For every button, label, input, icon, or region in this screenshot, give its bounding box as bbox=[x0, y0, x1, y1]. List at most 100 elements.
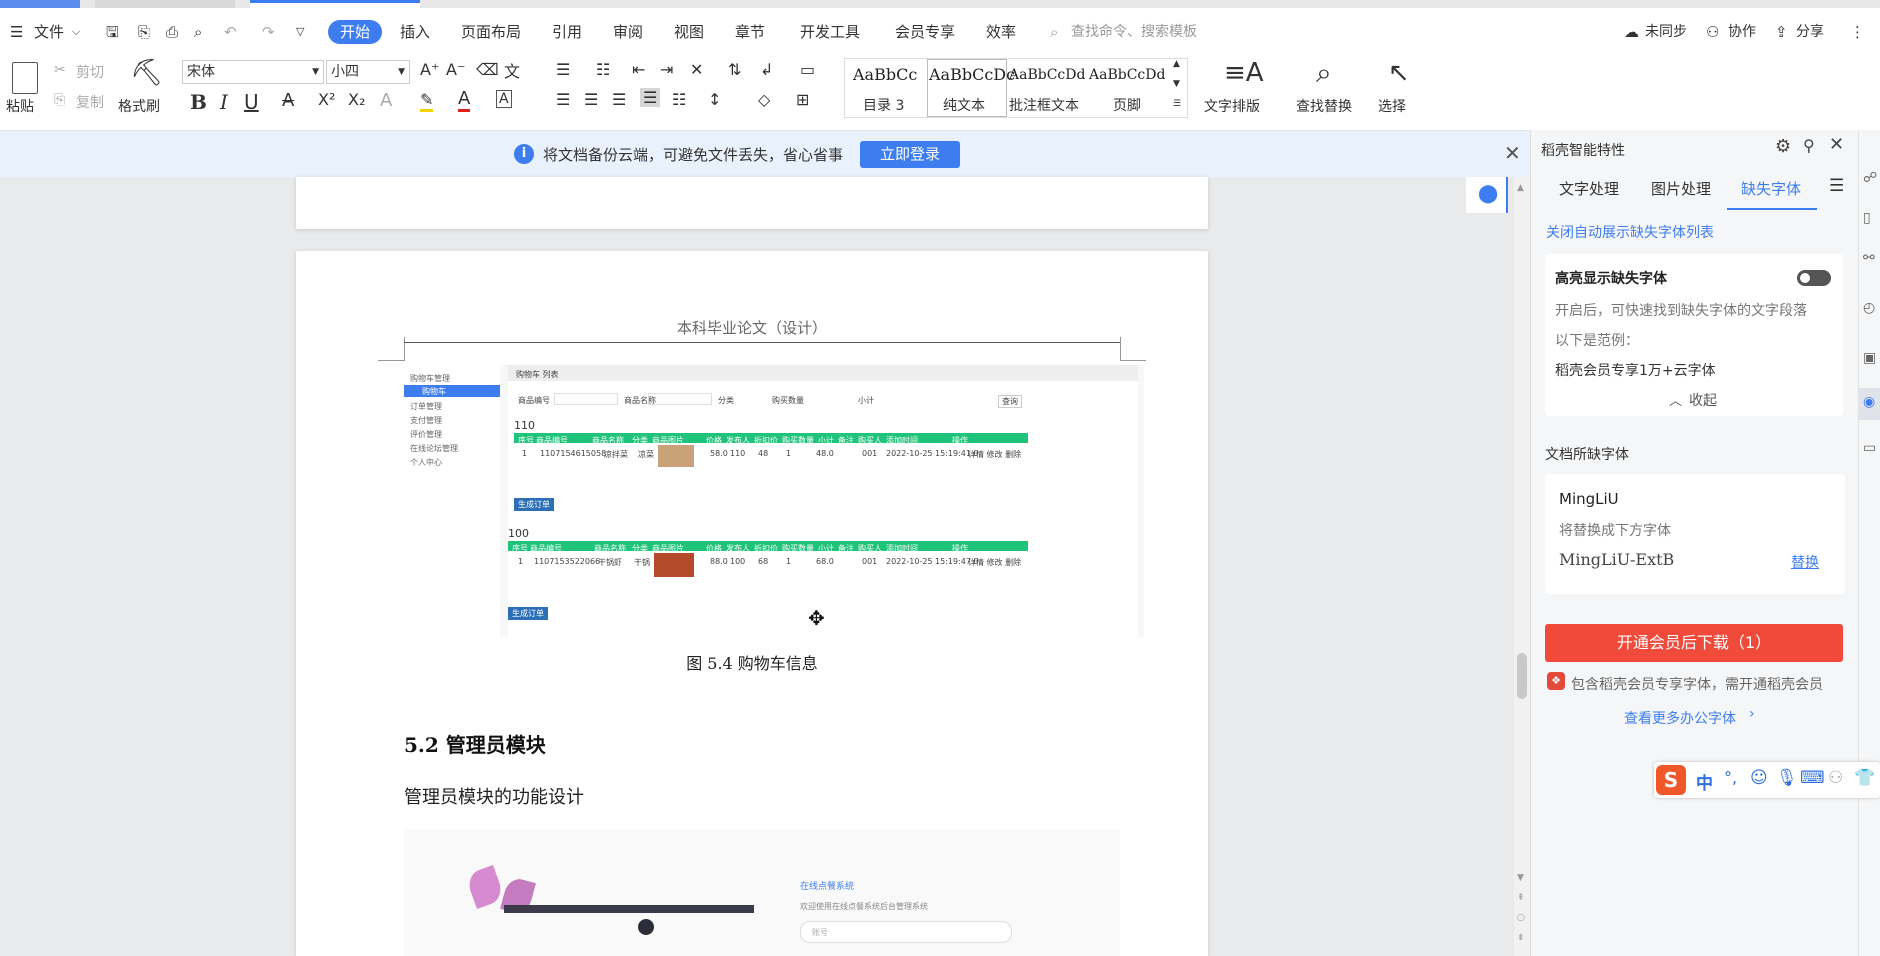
close-icon[interactable]: ✕ bbox=[1829, 134, 1844, 155]
file-menu[interactable]: 文件 bbox=[34, 20, 64, 44]
justify-icon[interactable]: ☰ bbox=[640, 88, 661, 107]
sort-icon[interactable]: ⇅ bbox=[728, 60, 741, 79]
tab-strip-item[interactable] bbox=[95, 0, 235, 8]
collab-button[interactable]: 协作 bbox=[1728, 20, 1756, 44]
text-layout-icon[interactable]: ≡A bbox=[1224, 58, 1264, 88]
sogou-logo-icon[interactable]: S bbox=[1656, 765, 1686, 795]
grow-font-icon[interactable]: A⁺ bbox=[420, 60, 439, 79]
style-preview[interactable]: AaBbCcDd bbox=[1089, 67, 1165, 83]
save-icon[interactable]: 🖫 bbox=[106, 20, 119, 44]
sync-status[interactable]: 未同步 bbox=[1645, 20, 1687, 44]
distributed-icon[interactable]: ☷ bbox=[672, 90, 686, 109]
punctuation-icon[interactable]: °, bbox=[1724, 768, 1737, 787]
tab-text-processing[interactable]: 文字处理 bbox=[1559, 178, 1619, 199]
keyboard-icon[interactable]: ⌨ bbox=[1800, 768, 1825, 788]
chinese-layout-icon[interactable]: ✕ bbox=[690, 60, 703, 79]
shading-icon[interactable]: ◇ bbox=[758, 90, 770, 109]
pin-icon[interactable]: ⚲ bbox=[1803, 136, 1815, 155]
save-as-icon[interactable]: ⎘ bbox=[138, 20, 150, 44]
sidebar-tool-icon[interactable]: ◴ bbox=[1863, 300, 1875, 316]
format-painter-icon[interactable]: ⛏ bbox=[130, 58, 163, 88]
replace-link[interactable]: 替换 bbox=[1791, 552, 1819, 572]
find-replace-button[interactable]: 查找替换 bbox=[1296, 96, 1352, 116]
skin-icon[interactable]: 👕 bbox=[1854, 768, 1875, 788]
tab-strip-item-active[interactable] bbox=[250, 0, 420, 8]
numbered-list-icon[interactable]: ☷ bbox=[596, 60, 610, 79]
line-spacing-icon[interactable]: ↕ bbox=[708, 90, 721, 109]
italic-icon[interactable]: I bbox=[220, 90, 228, 114]
style-label[interactable]: 页脚 bbox=[1113, 95, 1141, 115]
tab-strip-item[interactable] bbox=[0, 0, 80, 8]
panel-title[interactable]: 稻壳智能特性 bbox=[1541, 140, 1625, 160]
scroll-down-icon[interactable]: ▼ bbox=[1517, 873, 1524, 883]
chevron-down-icon[interactable]: ⌵ bbox=[72, 20, 80, 44]
paste-icon[interactable] bbox=[12, 62, 38, 94]
more-icon[interactable]: ⋮ bbox=[1850, 20, 1865, 44]
sidebar-tool-icon[interactable]: ▣ bbox=[1863, 350, 1876, 366]
sidebar-tool-icon[interactable]: ⚯ bbox=[1863, 250, 1875, 266]
tab-missing-fonts[interactable]: 缺失字体 bbox=[1741, 178, 1801, 199]
format-painter-button[interactable]: 格式刷 bbox=[118, 96, 160, 116]
search-icon[interactable]: ⌕ bbox=[1050, 20, 1058, 44]
copy-button[interactable]: 复制 bbox=[76, 92, 104, 112]
menu-icon[interactable]: ☰ bbox=[1829, 176, 1844, 196]
char-border-icon[interactable]: A bbox=[496, 90, 512, 108]
text-effect-icon[interactable]: A bbox=[380, 90, 392, 111]
print-preview-icon[interactable]: ⌕ bbox=[194, 20, 202, 44]
quick-access-dropdown-icon[interactable]: ▽ bbox=[296, 20, 304, 44]
location-tool[interactable]: ⬤ bbox=[1466, 177, 1508, 213]
highlight-toggle[interactable] bbox=[1797, 270, 1831, 286]
cut-icon[interactable]: ✂ bbox=[54, 62, 66, 78]
redo-icon[interactable]: ↷ bbox=[262, 20, 275, 44]
user-icon[interactable]: ⚇ bbox=[1828, 768, 1843, 788]
tab-home[interactable]: 开始 bbox=[328, 20, 383, 44]
tab-developer[interactable]: 开发工具 bbox=[800, 20, 860, 44]
chevron-up-icon[interactable]: ︿ bbox=[1669, 390, 1682, 409]
share-button[interactable]: 分享 bbox=[1796, 20, 1824, 44]
tab-chapter[interactable]: 章节 bbox=[735, 20, 765, 44]
style-preview[interactable]: AaBbCcDd bbox=[1009, 67, 1085, 83]
tab-page-layout[interactable]: 页面布局 bbox=[461, 20, 521, 44]
gallery-down-icon[interactable]: ▼ bbox=[1173, 79, 1180, 89]
scroll-up-icon[interactable]: ▲ bbox=[1517, 183, 1524, 193]
gallery-more-icon[interactable]: ☰ bbox=[1173, 99, 1181, 109]
close-auto-show-link[interactable]: 关闭自动展示缺失字体列表 bbox=[1546, 222, 1714, 242]
vertical-scrollbar[interactable]: ▲ ▼ ⇞ ○ ⇟ bbox=[1514, 177, 1530, 956]
browse-object-icon[interactable]: ○ bbox=[1517, 913, 1525, 923]
strikethrough-icon[interactable]: A bbox=[282, 90, 294, 111]
show-marks-icon[interactable]: ↲ bbox=[760, 60, 773, 79]
member-download-button[interactable]: 开通会员后下载（1） bbox=[1545, 624, 1843, 662]
highlight-icon[interactable]: ✎ bbox=[420, 90, 434, 112]
style-label[interactable]: 目录 3 bbox=[863, 95, 904, 115]
close-icon[interactable]: ✕ bbox=[1504, 141, 1521, 165]
style-preview[interactable]: AaBbCc bbox=[853, 65, 917, 84]
sidebar-active-tool[interactable]: ◉ bbox=[1859, 388, 1880, 420]
cut-button[interactable]: 剪切 bbox=[76, 62, 104, 82]
align-center-icon[interactable]: ☰ bbox=[584, 90, 598, 109]
next-page-icon[interactable]: ⇟ bbox=[1517, 933, 1525, 943]
style-label[interactable]: 纯文本 bbox=[943, 95, 985, 115]
subscript-icon[interactable]: X₂ bbox=[348, 90, 365, 109]
style-preview[interactable]: AaBbCcDc bbox=[929, 65, 1015, 84]
sidebar-tool-icon[interactable]: ☍ bbox=[1863, 170, 1877, 186]
microphone-icon[interactable]: 🎙 bbox=[1776, 768, 1798, 788]
superscript-icon[interactable]: X² bbox=[318, 90, 335, 109]
scrollbar-thumb[interactable] bbox=[1517, 653, 1527, 699]
find-icon[interactable]: ⌕ bbox=[1316, 56, 1332, 90]
tab-references[interactable]: 引用 bbox=[552, 20, 582, 44]
decrease-indent-icon[interactable]: ⇤ bbox=[632, 60, 645, 79]
tab-insert[interactable]: 插入 bbox=[400, 20, 430, 44]
sidebar-tool-icon[interactable]: ▯ bbox=[1863, 210, 1871, 226]
gear-icon[interactable]: ⚙ bbox=[1775, 136, 1791, 157]
increase-indent-icon[interactable]: ⇥ bbox=[660, 60, 673, 79]
bold-icon[interactable]: B bbox=[190, 90, 207, 114]
print-icon[interactable]: ⎙ bbox=[166, 20, 178, 44]
prev-page-icon[interactable]: ⇞ bbox=[1517, 893, 1525, 903]
sidebar-tool-icon[interactable]: ▭ bbox=[1863, 440, 1876, 456]
font-name-select[interactable]: 宋体 ▼ bbox=[182, 60, 324, 84]
tab-member[interactable]: 会员专享 bbox=[895, 20, 955, 44]
cursor-icon[interactable]: ↖ bbox=[1388, 58, 1410, 88]
table-tool-icon[interactable]: ▭ bbox=[800, 60, 815, 79]
login-button[interactable]: 立即登录 bbox=[860, 141, 960, 168]
bullet-list-icon[interactable]: ☰ bbox=[556, 60, 570, 79]
